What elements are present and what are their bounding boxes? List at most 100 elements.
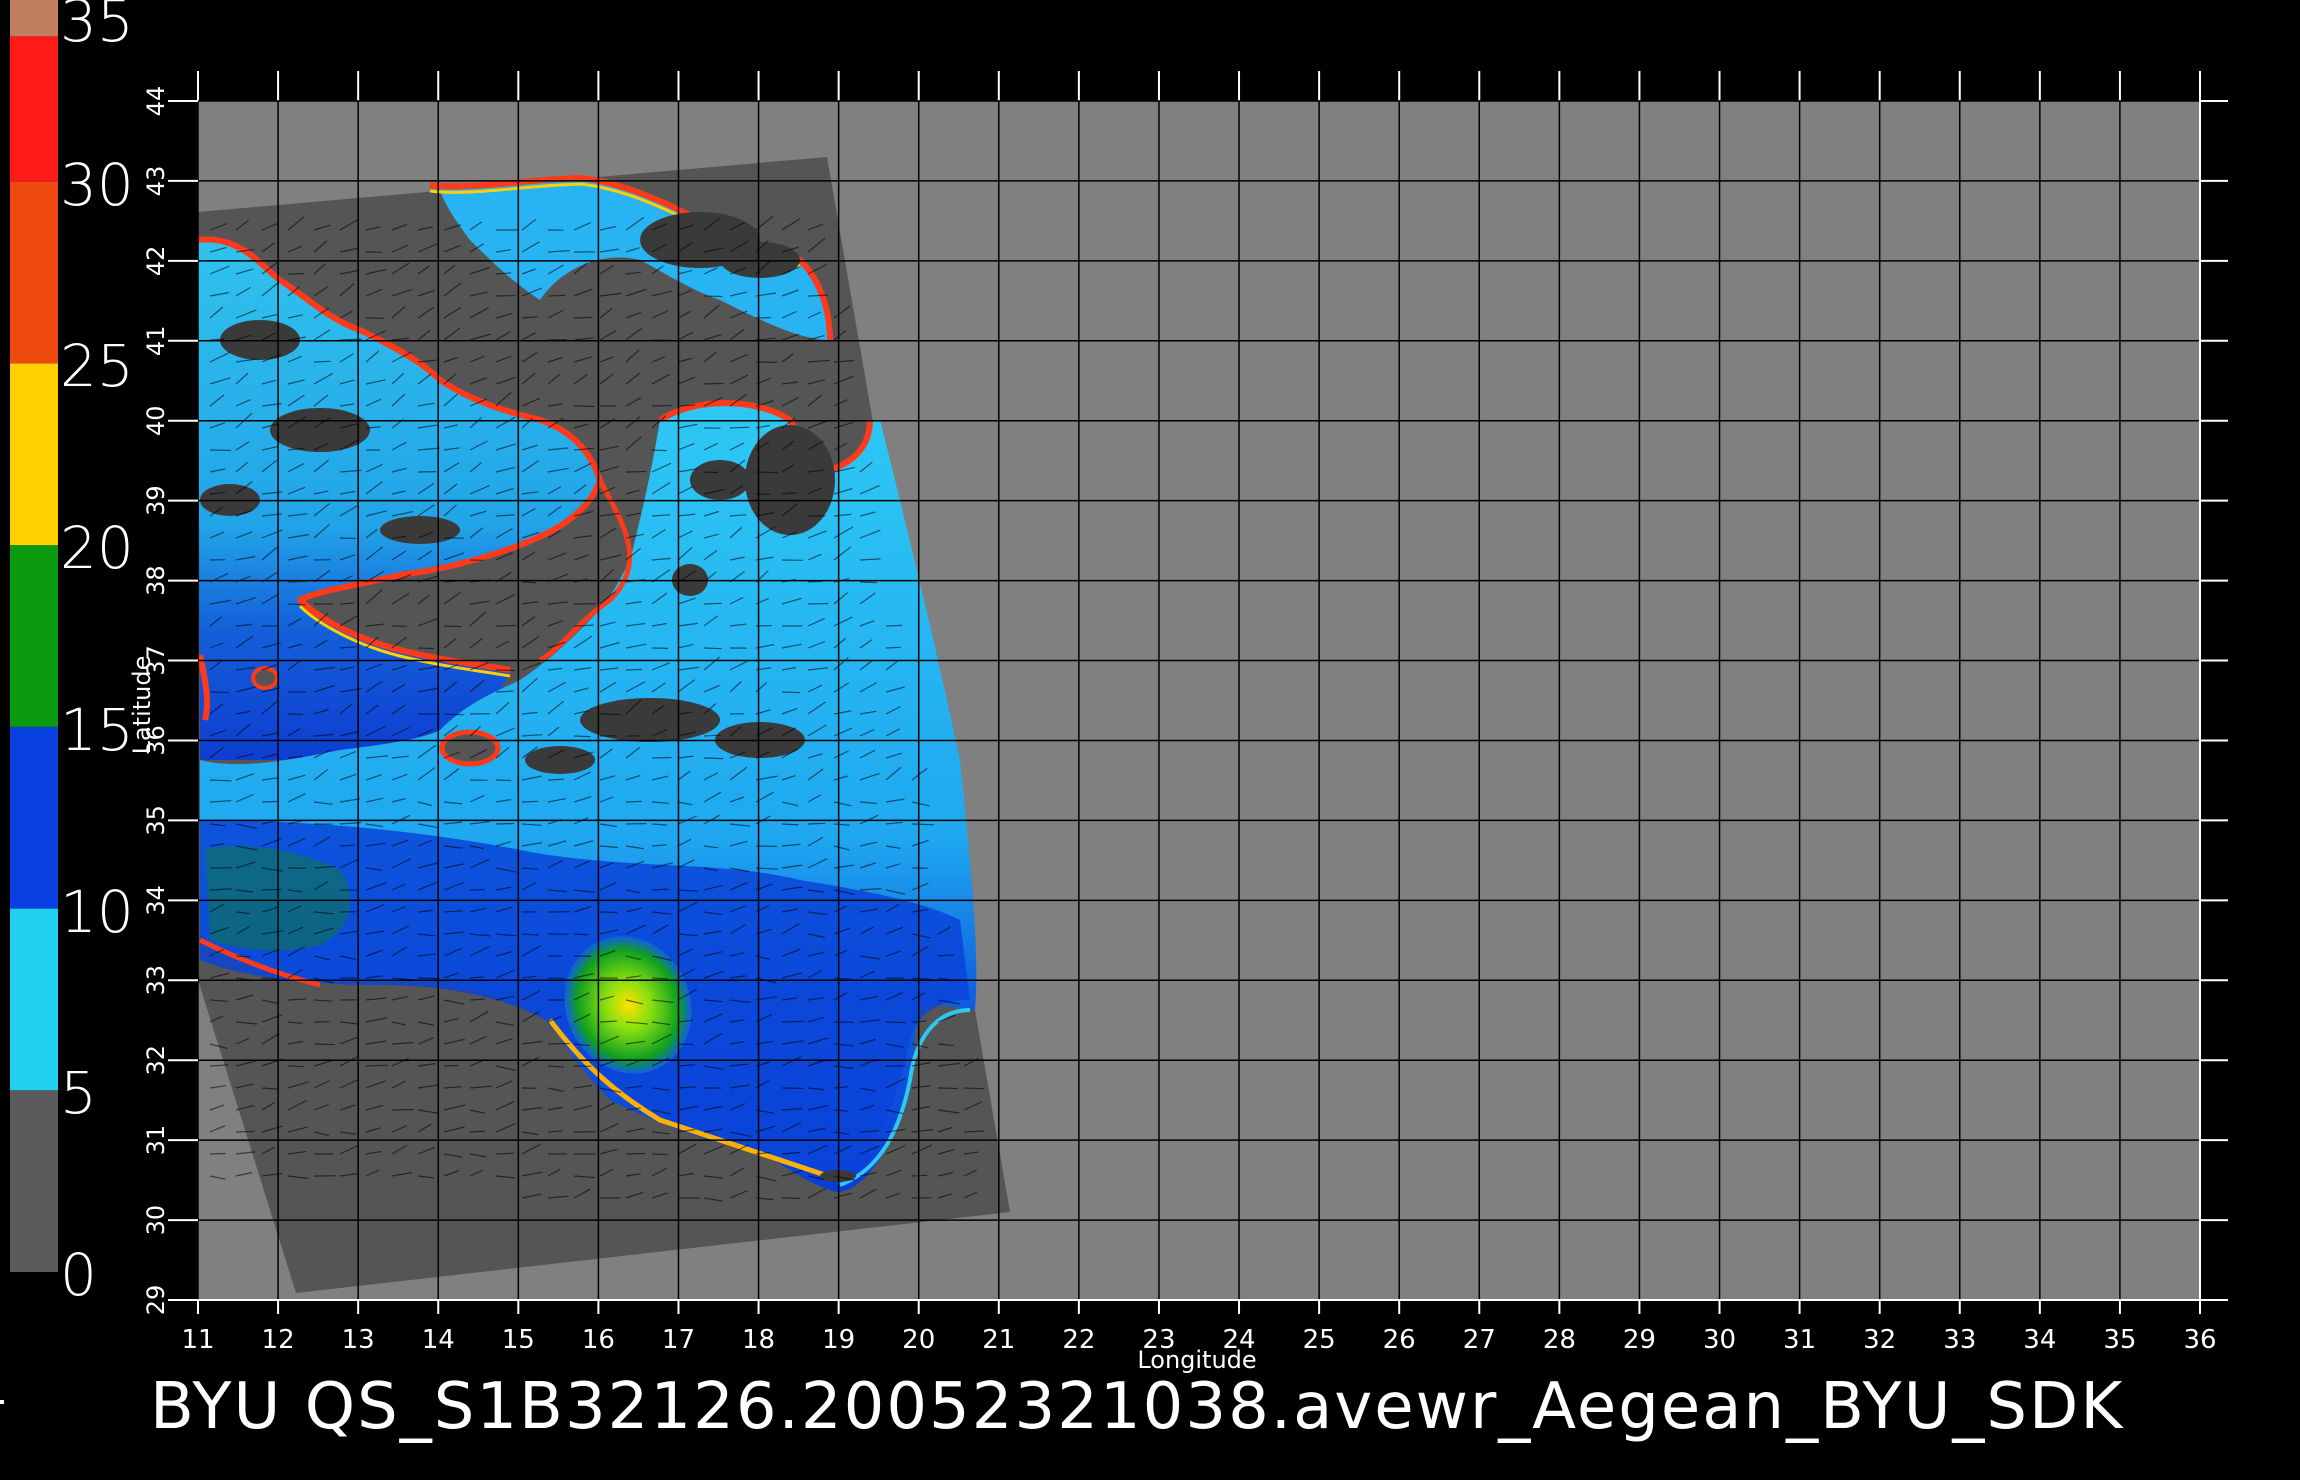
y-tick-label: 38 [142,565,170,596]
y-axis-label: Latitude [128,656,156,755]
wind-vector [547,977,565,980]
wind-vector [287,272,305,275]
wind-vector [625,668,643,671]
x-tick-label: 29 [1623,1325,1656,1355]
y-tick-label: 35 [142,805,170,836]
x-tick-label: 32 [1863,1325,1896,1355]
wind-vector [209,1152,226,1155]
y-tick-label: 29 [142,1285,170,1316]
wind-vector [937,1087,958,1090]
y-tick-label: 33 [142,965,170,996]
wind-vector [911,823,934,826]
wind-map: 11 12 13 14 15 16 17 18 19 20 21 22 23 24 25 26 27 28 29 30… [128,71,2228,1374]
x-tick-label: 20 [902,1325,935,1355]
wind-vector [729,426,750,429]
x-tick-label: 25 [1303,1325,1336,1355]
y-tick-label: 32 [142,1045,170,1076]
wind-vector [547,294,566,297]
wind-vector [573,316,593,319]
y-tick-label: 43 [142,166,170,197]
wind-vector [339,537,356,540]
wind-vector [313,360,331,363]
wind-vector [677,1043,694,1046]
wind-vector [885,624,902,627]
wind-vector [625,470,646,473]
x-tick-label: 27 [1463,1325,1496,1355]
wind-vector [703,382,724,385]
y-tick-label: 34 [142,885,170,916]
y-tick-label: 42 [142,246,170,277]
x-tick-label: 22 [1062,1325,1095,1355]
wind-vector [781,1020,804,1023]
x-tick-label: 30 [1703,1325,1736,1355]
wind-vector [651,977,668,980]
wind-vector [703,757,724,760]
wind-vector [807,580,823,583]
wind-vector [781,691,801,694]
wind-vector [495,1152,514,1155]
wind-vector [417,977,438,980]
wind-vector [807,822,826,825]
x-tick-label: 16 [582,1325,615,1355]
wind-vector [599,713,621,716]
x-tick-label: 11 [181,1325,214,1355]
x-tick-label: 33 [1943,1325,1976,1355]
wind-vector [313,1043,335,1046]
y-tick-label: 44 [142,86,170,117]
wind-vector [209,691,230,694]
x-tick-label: 17 [662,1325,695,1355]
x-tick-label: 28 [1543,1325,1576,1355]
wind-vector [625,1152,646,1155]
wind-vector [495,822,515,825]
wind-vector [547,1042,570,1045]
x-tick-label: 13 [342,1325,375,1355]
wind-vector [443,625,462,628]
y-tick-label: 31 [142,1125,170,1156]
wind-vector [963,1087,984,1090]
wind-vector [469,888,485,891]
wind-vector [885,1021,906,1024]
wind-vector [703,295,723,298]
wind-vector [391,1108,414,1111]
wind-vector [365,1064,389,1067]
wind-vector [625,800,642,803]
x-tick-label: 34 [2023,1325,2056,1355]
wind-vector [261,800,277,803]
y-tick-label: 41 [142,326,170,357]
wind-vector [443,1064,459,1067]
x-tick-label: 18 [742,1325,775,1355]
wind-vector [521,581,537,584]
y-tick-label: 40 [142,405,170,436]
wind-vector [807,602,829,605]
wind-vector [521,800,539,803]
y-tick-label: 39 [142,485,170,516]
wind-vector [495,624,517,627]
x-tick-label: 36 [2183,1325,2216,1355]
wind-vector [651,404,672,407]
wind-vector [209,449,232,452]
y-tick-label: 30 [142,1205,170,1236]
wind-vector [495,294,516,297]
x-tick-label: 21 [982,1325,1015,1355]
wind-vector [599,911,618,914]
x-tick-label: 19 [822,1325,855,1355]
wind-vector [495,669,515,672]
wind-vector [911,1174,928,1177]
wind-vector [573,405,595,408]
wind-vector [651,756,672,759]
x-tick-label: 14 [422,1325,455,1355]
wind-vector [287,603,306,606]
x-tick-label: 35 [2103,1325,2136,1355]
wind-vector [573,735,591,738]
figure-title: BYU QS_S1B32126.20052321038.avewr_Aegean… [150,1370,2125,1444]
island-sicily [439,729,501,767]
wind-vector [859,581,877,584]
wind-vector [443,713,465,716]
wind-vector [417,647,435,650]
wind-vector [703,647,722,650]
x-tick-label: 15 [502,1325,535,1355]
wind-vector [235,1130,255,1133]
wind-vector [885,646,902,649]
wind-vector [703,602,722,605]
wind-vector [235,955,252,958]
